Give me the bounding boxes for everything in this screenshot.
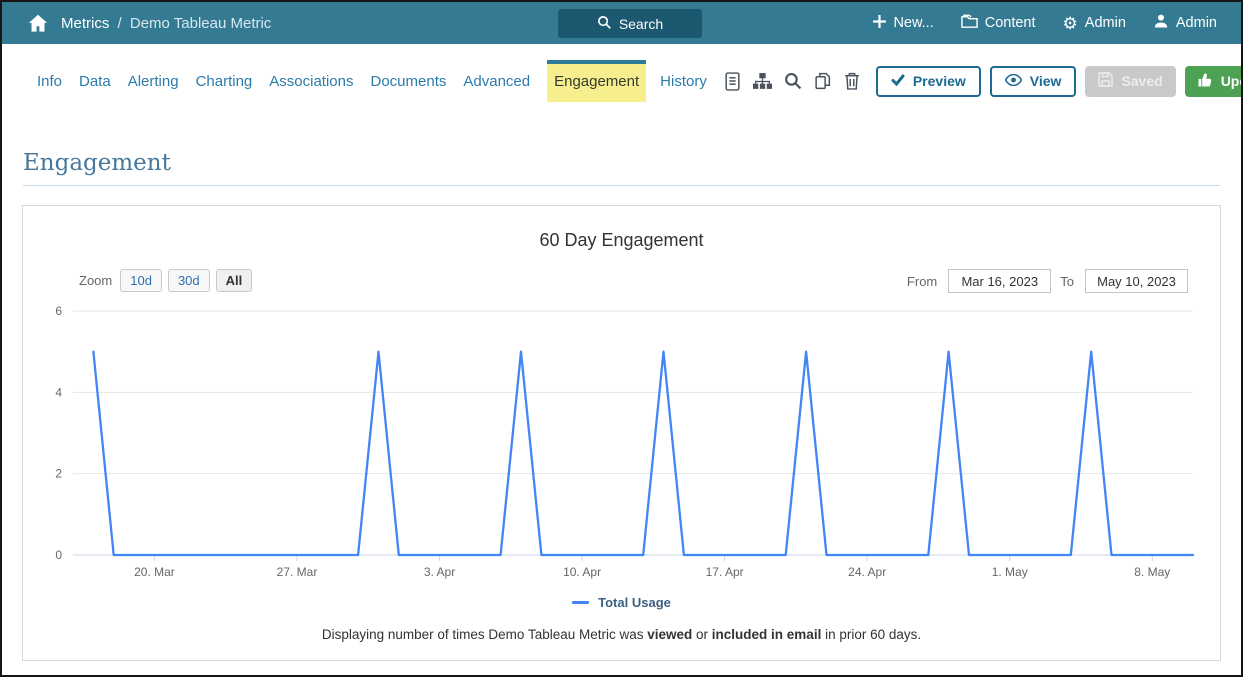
view-button[interactable]: View bbox=[990, 66, 1077, 97]
svg-text:20. Mar: 20. Mar bbox=[134, 565, 175, 579]
tab-data[interactable]: Data bbox=[79, 60, 111, 102]
new-menu[interactable]: New... bbox=[873, 15, 933, 32]
svg-text:10. Apr: 10. Apr bbox=[563, 565, 601, 579]
content-menu[interactable]: Content bbox=[961, 14, 1036, 33]
caption-text: Displaying number of times Demo Tableau … bbox=[322, 627, 647, 642]
trash-icon[interactable] bbox=[844, 72, 860, 90]
zoom-range-selector: Zoom 10d 30d All bbox=[79, 269, 252, 292]
to-date-input[interactable] bbox=[1085, 269, 1188, 293]
tab-documents[interactable]: Documents bbox=[371, 60, 447, 102]
legend-label: Total Usage bbox=[598, 595, 671, 610]
admin-menu[interactable]: ⚙ Admin bbox=[1063, 15, 1126, 32]
legend-line-swatch bbox=[572, 601, 589, 604]
tab-history[interactable]: History bbox=[660, 60, 707, 102]
admin-menu-label: Admin bbox=[1085, 15, 1126, 31]
tab-bar: Info Data Alerting Charting Associations… bbox=[2, 60, 1241, 102]
to-label: To bbox=[1060, 274, 1074, 289]
view-label: View bbox=[1030, 73, 1062, 89]
search-button[interactable]: Search bbox=[558, 9, 702, 38]
saved-button: Saved bbox=[1085, 66, 1175, 97]
svg-text:4: 4 bbox=[55, 385, 62, 399]
person-icon bbox=[1153, 13, 1169, 33]
search-label: Search bbox=[619, 16, 663, 32]
engagement-panel: 60 Day Engagement Zoom 10d 30d All From … bbox=[22, 205, 1221, 661]
date-range-inputs: From To bbox=[907, 269, 1188, 293]
check-icon bbox=[891, 73, 905, 89]
sitemap-icon[interactable] bbox=[753, 73, 772, 90]
zoom-label: Zoom bbox=[79, 273, 112, 288]
tab-engagement[interactable]: Engagement bbox=[547, 60, 646, 102]
saved-label: Saved bbox=[1121, 73, 1162, 89]
breadcrumb: Metrics / Demo Tableau Metric bbox=[61, 15, 271, 32]
top-navbar: Metrics / Demo Tableau Metric Search New… bbox=[2, 2, 1241, 44]
svg-text:8. May: 8. May bbox=[1134, 565, 1170, 579]
svg-text:17. Apr: 17. Apr bbox=[706, 565, 744, 579]
chart-controls: Zoom 10d 30d All From To bbox=[23, 267, 1220, 295]
preview-label: Preview bbox=[913, 73, 966, 89]
tab-advanced[interactable]: Advanced bbox=[463, 60, 530, 102]
svg-text:24. Apr: 24. Apr bbox=[848, 565, 886, 579]
tab-alerting[interactable]: Alerting bbox=[128, 60, 179, 102]
plus-icon bbox=[873, 15, 886, 32]
preview-button[interactable]: Preview bbox=[876, 66, 981, 97]
chart-caption: Displaying number of times Demo Tableau … bbox=[23, 627, 1220, 642]
copy-icon[interactable] bbox=[814, 72, 832, 90]
thumbs-up-icon bbox=[1198, 72, 1213, 90]
app-window: Metrics / Demo Tableau Metric Search New… bbox=[0, 0, 1243, 677]
page-title: Engagement bbox=[23, 150, 1220, 186]
from-label: From bbox=[907, 274, 937, 289]
chart-title: 60 Day Engagement bbox=[23, 206, 1220, 251]
update-button[interactable]: Update bbox=[1185, 66, 1243, 97]
tab-info[interactable]: Info bbox=[37, 60, 62, 102]
caption-text: or bbox=[692, 627, 712, 642]
new-menu-label: New... bbox=[893, 15, 933, 31]
breadcrumb-separator: / bbox=[118, 15, 122, 32]
document-icon[interactable] bbox=[724, 72, 741, 91]
breadcrumb-current: Demo Tableau Metric bbox=[130, 15, 271, 32]
svg-text:1. May: 1. May bbox=[992, 565, 1028, 579]
svg-text:3. Apr: 3. Apr bbox=[424, 565, 455, 579]
toolbar: Preview View Saved Update bbox=[724, 66, 1243, 97]
eye-icon bbox=[1005, 73, 1022, 89]
zoom-30d-button[interactable]: 30d bbox=[168, 269, 210, 292]
legend-item-total-usage[interactable]: Total Usage bbox=[23, 595, 1220, 610]
search-icon[interactable] bbox=[784, 72, 802, 90]
content-menu-label: Content bbox=[985, 15, 1036, 31]
from-date-input[interactable] bbox=[948, 269, 1051, 293]
user-menu[interactable]: Admin bbox=[1153, 13, 1217, 33]
update-label: Update bbox=[1221, 73, 1243, 89]
tab-associations[interactable]: Associations bbox=[269, 60, 353, 102]
folder-icon bbox=[961, 14, 978, 33]
search-icon bbox=[597, 15, 612, 33]
svg-text:0: 0 bbox=[55, 548, 62, 562]
zoom-all-button[interactable]: All bbox=[216, 269, 253, 292]
home-icon[interactable] bbox=[28, 14, 48, 33]
zoom-10d-button[interactable]: 10d bbox=[120, 269, 162, 292]
svg-text:6: 6 bbox=[55, 304, 62, 318]
caption-bold-email: included in email bbox=[712, 627, 822, 642]
user-menu-label: Admin bbox=[1176, 15, 1217, 31]
svg-text:27. Mar: 27. Mar bbox=[277, 565, 318, 579]
engagement-chart[interactable]: 0 2 4 6 20. Mar 27. Mar 3. Apr 10. Apr 17. Apr 24… bbox=[29, 301, 1214, 591]
floppy-icon bbox=[1098, 72, 1113, 90]
gear-icon: ⚙ bbox=[1063, 15, 1078, 32]
svg-text:2: 2 bbox=[55, 467, 62, 481]
breadcrumb-section[interactable]: Metrics bbox=[61, 15, 109, 32]
tab-charting[interactable]: Charting bbox=[196, 60, 253, 102]
caption-bold-viewed: viewed bbox=[647, 627, 692, 642]
caption-text: in prior 60 days. bbox=[821, 627, 921, 642]
